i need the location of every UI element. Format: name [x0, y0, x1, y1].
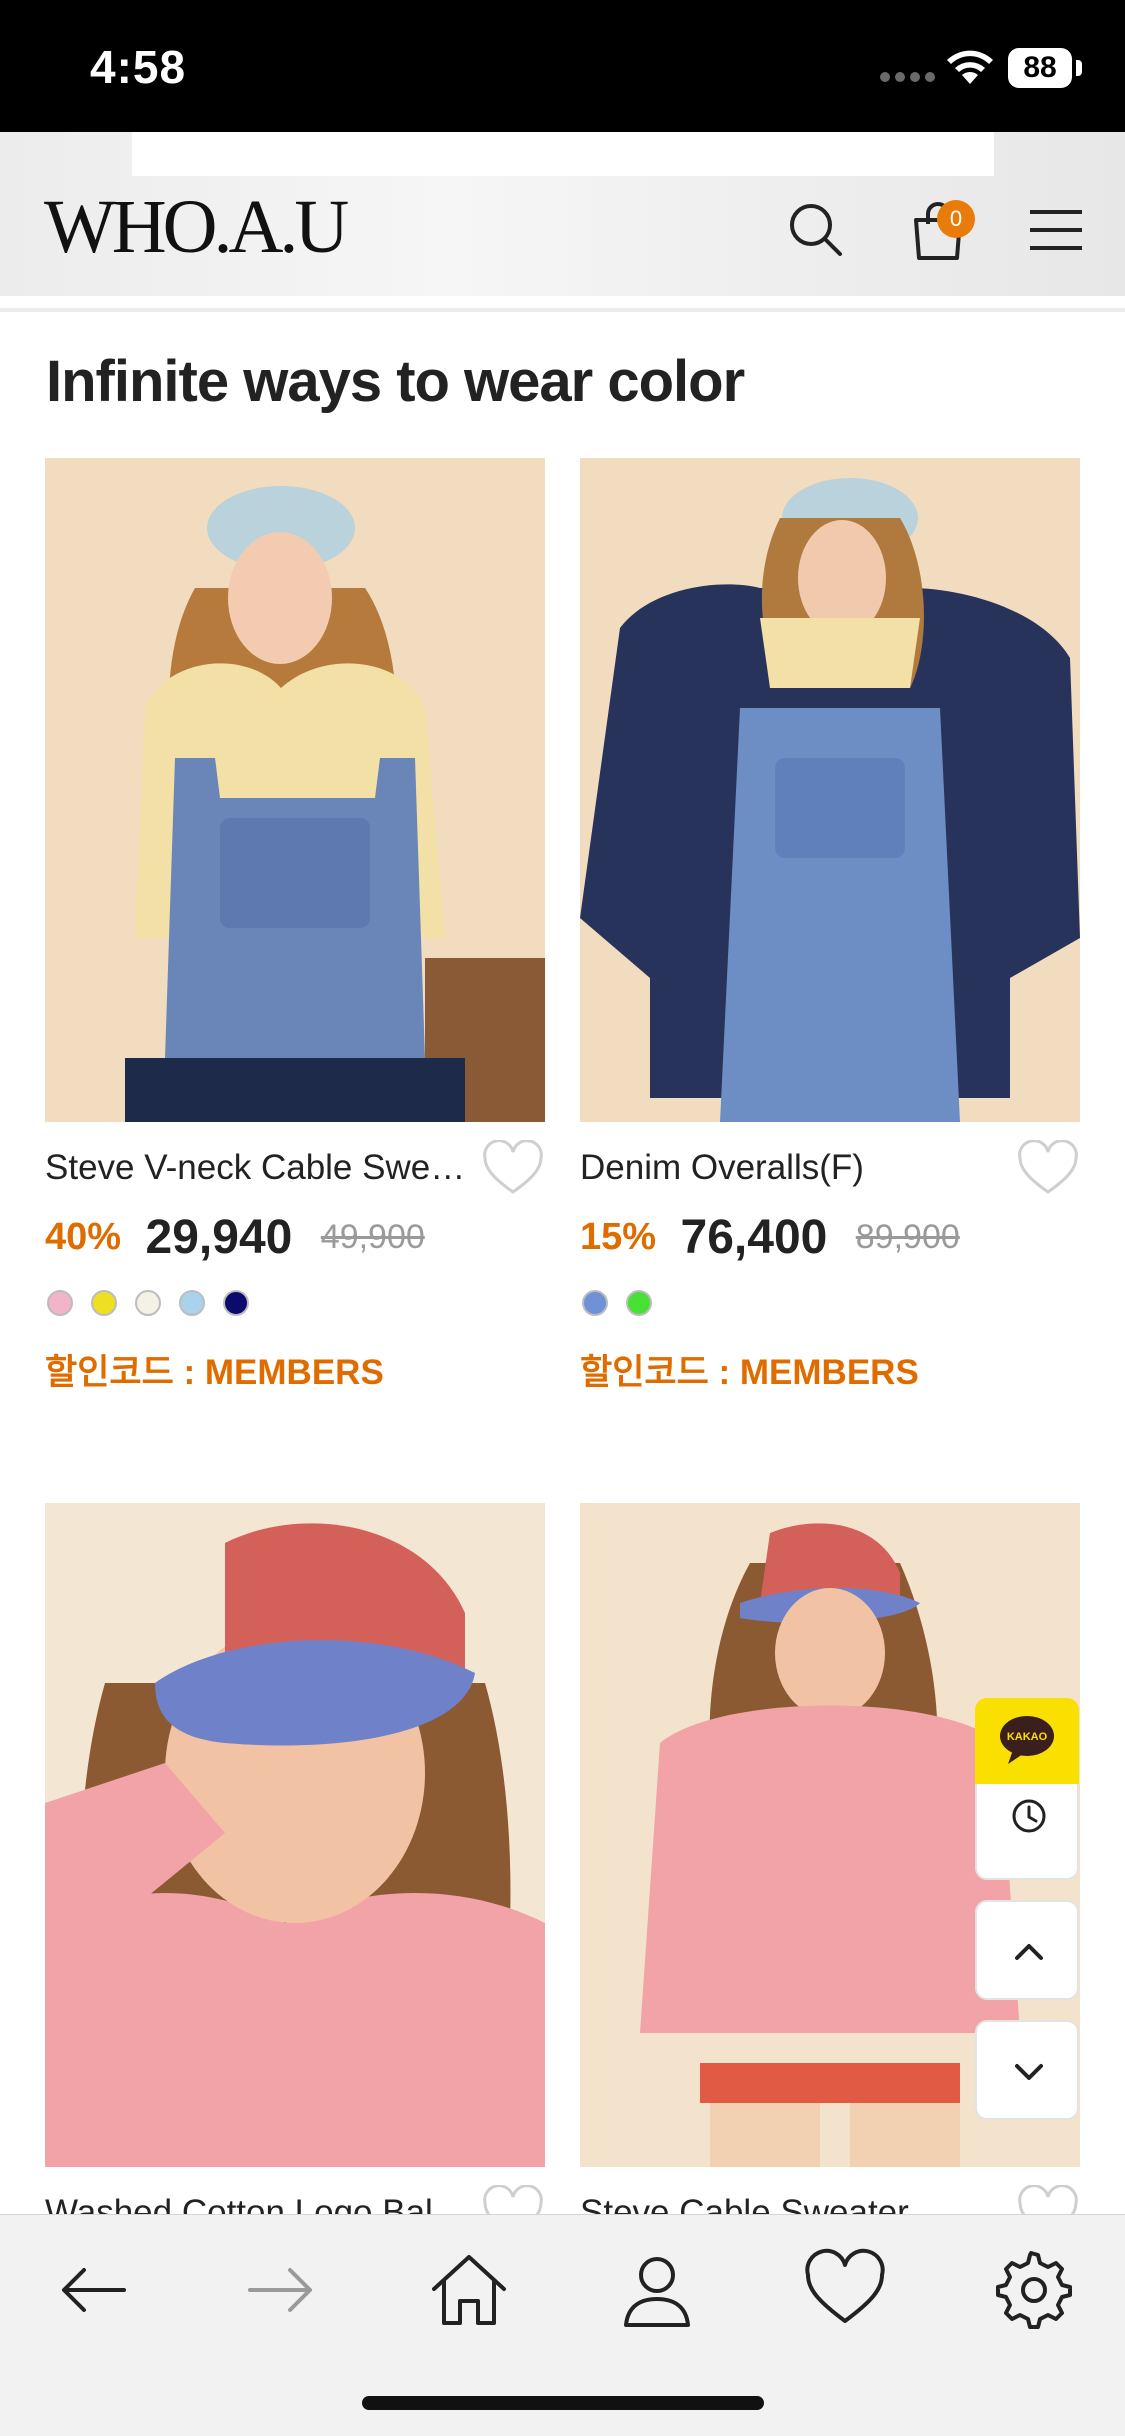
product-image[interactable] — [45, 1503, 545, 2167]
section-title: Infinite ways to wear color — [46, 349, 745, 414]
search-icon[interactable] — [780, 194, 852, 266]
color-swatch[interactable] — [135, 1290, 161, 1316]
color-swatch[interactable] — [626, 1290, 652, 1316]
chevron-up-icon — [1015, 1944, 1043, 1960]
battery-indicator: 88 — [1008, 48, 1072, 88]
discount-rate: 15% — [580, 1216, 657, 1258]
product-image[interactable] — [45, 458, 545, 1122]
battery-cap-icon — [1076, 60, 1082, 76]
kakao-chat-button[interactable]: KAKAO — [975, 1698, 1079, 1786]
home-icon[interactable] — [424, 2245, 514, 2335]
sale-price: 76,400 — [680, 1211, 828, 1264]
top-banner-strip — [132, 132, 994, 176]
wifi-icon — [947, 50, 993, 84]
product-image[interactable] — [580, 458, 1080, 1122]
color-swatch[interactable] — [582, 1290, 608, 1316]
forward-arrow-icon[interactable] — [236, 2245, 326, 2335]
scroll-down-button[interactable] — [975, 2020, 1079, 2120]
header-divider — [0, 308, 1125, 312]
status-bar: 4:58 88 — [0, 0, 1125, 132]
brand-logo[interactable]: WHO.A.U — [44, 184, 349, 271]
discount-code-label: 할인코드 : MEMBERS — [45, 1353, 384, 1392]
kakao-label: KAKAO — [1007, 1731, 1048, 1743]
kakao-chat-icon: KAKAO — [1000, 1716, 1054, 1764]
discount-rate: 40% — [45, 1216, 122, 1258]
color-swatch[interactable] — [91, 1290, 117, 1316]
recently-viewed-button[interactable] — [975, 1784, 1079, 1880]
sale-price: 29,940 — [145, 1211, 293, 1264]
color-swatch[interactable] — [47, 1290, 73, 1316]
menu-icon[interactable] — [1020, 194, 1092, 266]
status-time: 4:58 — [90, 41, 187, 93]
price-row: 40% 29,940 49,900 — [45, 1210, 425, 1270]
settings-gear-icon[interactable] — [986, 2245, 1076, 2335]
product-name[interactable]: Denim Overalls(F) — [580, 1148, 1010, 1188]
color-swatch[interactable] — [223, 1290, 249, 1316]
discount-code-label: 할인코드 : MEMBERS — [580, 1353, 919, 1392]
back-arrow-icon[interactable] — [48, 2245, 138, 2335]
original-price: 49,900 — [320, 1218, 425, 1256]
price-row: 15% 76,400 89,900 — [580, 1210, 960, 1270]
wishlist-heart-icon[interactable] — [1016, 1140, 1080, 1198]
home-indicator[interactable] — [362, 2396, 764, 2410]
clock-icon — [1012, 1799, 1046, 1833]
product-name[interactable]: Steve V-neck Cable Swe… — [45, 1148, 475, 1188]
wishlist-icon[interactable] — [800, 2245, 890, 2335]
site-header: WHO.A.U 0 — [0, 132, 1125, 296]
original-price: 89,900 — [855, 1218, 960, 1256]
cellular-signal-icon — [880, 72, 936, 82]
wishlist-heart-icon[interactable] — [481, 1140, 545, 1198]
account-icon[interactable] — [612, 2245, 702, 2335]
cart-count-badge: 0 — [937, 200, 975, 238]
chevron-down-icon — [1015, 2064, 1043, 2080]
scroll-up-button[interactable] — [975, 1900, 1079, 2000]
color-swatch[interactable] — [179, 1290, 205, 1316]
